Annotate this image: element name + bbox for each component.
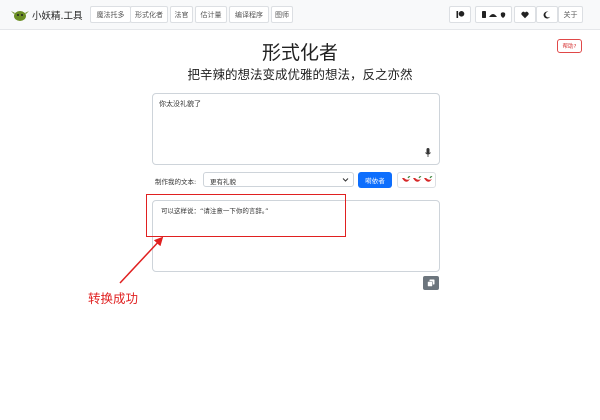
tab-estimator[interactable]: 估计量 [195,6,227,23]
transform-button[interactable]: 嗬依者 [358,172,392,188]
brand[interactable]: 小妖精.工具 [11,5,83,25]
favorites-button[interactable] [514,6,536,23]
dark-mode-toggle[interactable] [536,6,558,23]
tab-label: 魔法托多 [96,10,125,19]
input-text: 你太没礼貌了 [159,100,201,108]
make-my-text-label: 制作我的文本: [155,178,197,186]
brand-name: 小妖精.工具 [32,11,83,22]
tab-chef[interactable]: 图师 [271,6,293,23]
tone-selected-value: 更有礼貌 [210,178,236,186]
input-textarea[interactable]: 你太没礼貌了 [152,93,440,165]
tab-label: 图师 [275,10,289,19]
chili-pepper-icon [423,175,432,182]
help-button[interactable]: 帮助? [557,39,582,53]
transform-button-label: 嗬依者 [365,177,385,185]
about-label: 关于 [563,10,578,19]
annotation-label: 转换成功 [88,291,139,306]
page-title: 形式化者 [261,42,338,64]
chili-pepper-icon [401,175,410,182]
tab-judge[interactable]: 法官 [170,6,193,23]
highlight-box [146,194,346,237]
tab-compiler[interactable]: 编译程序 [229,6,269,23]
copy-icon [427,279,435,287]
tab-formalizer[interactable]: 形式化者 [130,6,168,23]
chevron-down-icon [342,178,349,182]
platform-icons [481,11,505,18]
spice-level-button[interactable] [397,172,436,188]
top-navbar: 小妖精.工具 魔法托多 形式化者 法官 估计量 编译程序 图师 关于 [0,0,600,30]
support-button[interactable] [449,6,471,23]
heart-icon [521,11,529,18]
microphone-icon[interactable] [425,148,431,158]
help-label: 帮助? [562,44,577,50]
tone-select[interactable]: 更有礼貌 [203,172,354,187]
about-link[interactable]: 关于 [558,6,583,23]
tab-label: 估计量 [200,10,222,19]
moon-icon [543,11,551,19]
platform-apps-button[interactable] [475,6,512,23]
tab-label: 法官 [174,10,189,19]
copy-button[interactable] [423,276,439,290]
page-subtitle: 把辛辣的想法变成优雅的想法，反之亦然 [187,67,413,82]
tab-label: 形式化者 [135,10,163,19]
tab-label: 编译程序 [235,10,263,19]
chili-pepper-icon [412,175,421,182]
goblin-logo-icon [11,11,29,21]
patreon-icon [456,11,464,18]
tab-magic-todo[interactable]: 魔法托多 [90,6,131,23]
